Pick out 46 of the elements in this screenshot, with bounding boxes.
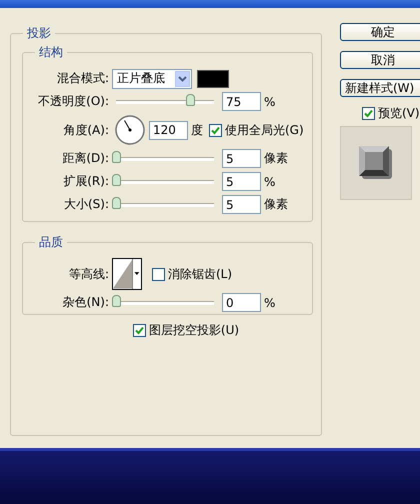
color-swatch[interactable]: [197, 70, 229, 88]
slider-thumb[interactable]: [186, 94, 194, 106]
checkbox-label: 图层挖空投影(U): [148, 322, 240, 339]
checkbox-label: 预览(V): [378, 105, 420, 122]
slider-label: 杂色(N):: [62, 294, 110, 311]
dialog-button[interactable]: 新建样式(W): [340, 79, 420, 97]
unit-label: %: [264, 174, 276, 188]
value-field[interactable]: 5: [222, 172, 261, 191]
unit-label: 像素: [264, 196, 288, 213]
bevel-square-icon: [359, 146, 393, 180]
group-title: 品质: [35, 234, 67, 250]
contour-label: 等高线:: [68, 266, 110, 282]
checkbox-label: 使用全局光(G): [225, 122, 304, 138]
checkbox[interactable]: [152, 268, 165, 280]
blend-mode-label: 混合模式:: [56, 70, 110, 87]
unit-label: 像素: [264, 150, 288, 167]
value-field[interactable]: 75: [222, 92, 261, 111]
contour-curve-icon: [113, 259, 132, 289]
checkbox[interactable]: [362, 107, 375, 120]
dialog-button[interactable]: 确定: [340, 23, 420, 41]
unit-label: %: [264, 296, 276, 310]
checkbox[interactable]: [132, 324, 146, 337]
slider-thumb[interactable]: [112, 174, 121, 186]
caret-icon: [132, 259, 141, 289]
angle-field[interactable]: 120: [149, 120, 188, 140]
slider-thumb[interactable]: [112, 294, 121, 306]
angle-dial[interactable]: [115, 115, 145, 145]
dialog-button[interactable]: 取消: [340, 51, 420, 69]
group-title: 投影: [23, 25, 55, 41]
angle-label: 角度(A):: [62, 122, 110, 138]
value-field[interactable]: 5: [222, 195, 261, 214]
checkbox[interactable]: [209, 124, 222, 136]
slider-thumb[interactable]: [112, 196, 121, 208]
slider-label: 不透明度(O):: [37, 93, 110, 110]
slider-thumb[interactable]: [112, 150, 121, 162]
slider-label: 距离(D):: [61, 150, 110, 167]
unit-label: %: [264, 94, 276, 108]
slider-label: 扩展(R):: [62, 173, 110, 190]
unit-label: 度: [191, 122, 203, 138]
value-field[interactable]: 0: [222, 293, 261, 312]
contour-picker[interactable]: [112, 258, 142, 290]
blend-mode-dropdown[interactable]: 正片叠底: [112, 68, 192, 88]
value-field[interactable]: 5: [222, 149, 261, 168]
slider-label: 大小(S):: [62, 196, 110, 213]
checkbox-label: 消除锯齿(L): [168, 266, 232, 282]
group-title: 结构: [35, 44, 67, 60]
